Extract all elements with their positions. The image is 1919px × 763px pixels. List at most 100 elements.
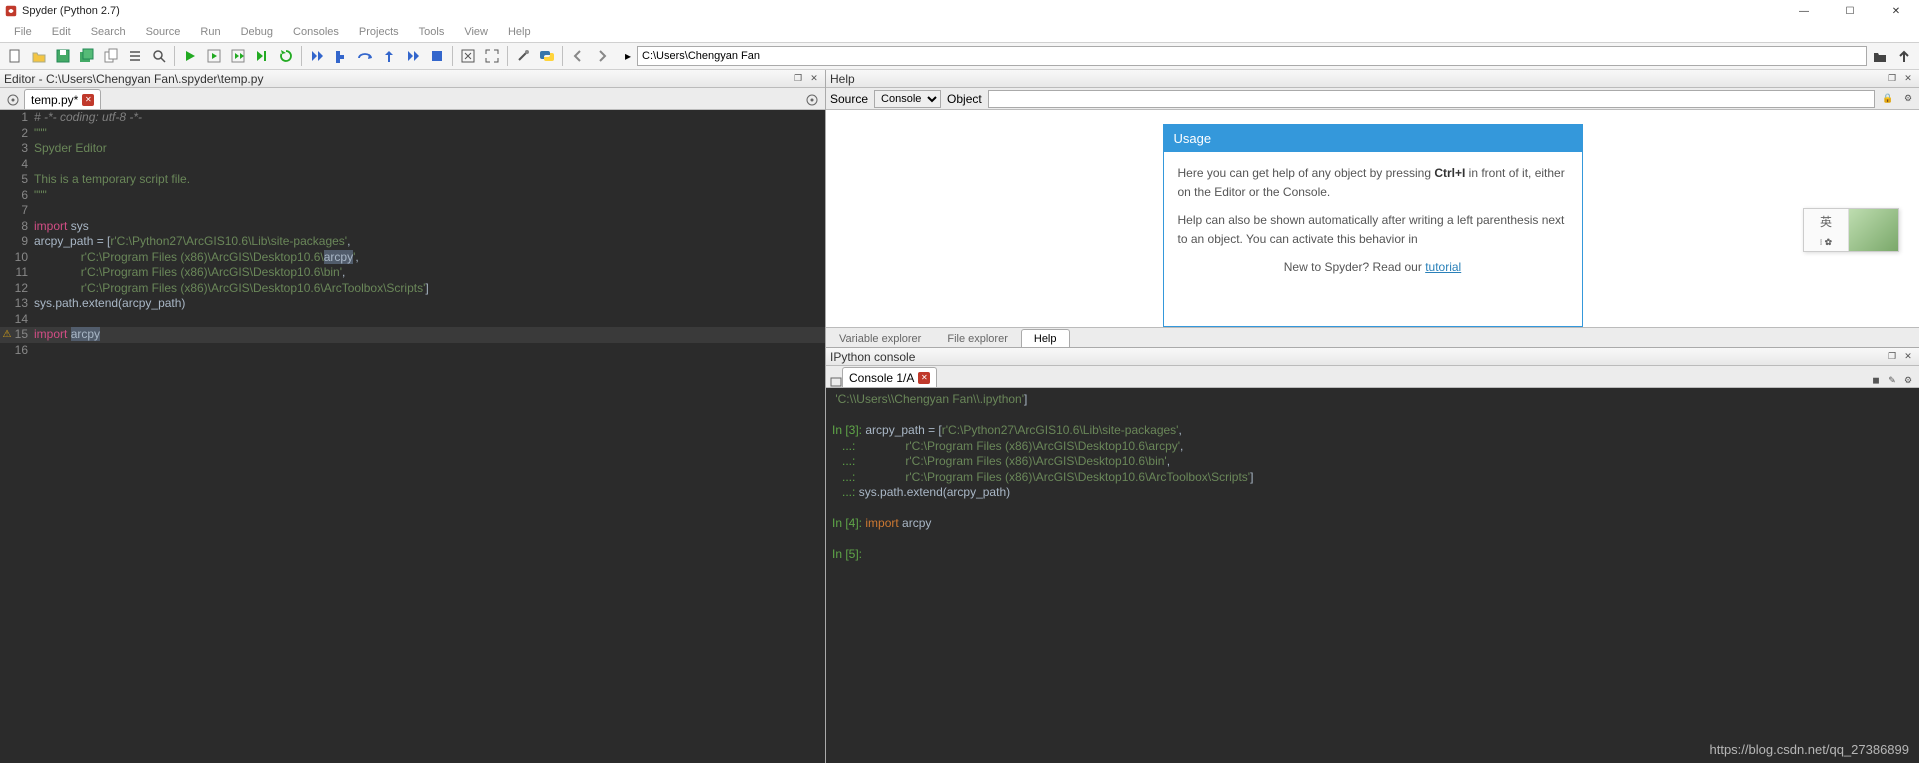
editor-tabbar: temp.py* ✕	[0, 88, 825, 110]
help-object-input[interactable]	[988, 90, 1875, 108]
close-button[interactable]: ✕	[1873, 0, 1919, 22]
path-dropdown-icon[interactable]: ▸	[621, 45, 635, 67]
tab-menu-icon[interactable]	[4, 91, 22, 109]
help-lock-icon[interactable]: 🔒	[1881, 92, 1895, 106]
console-stop-icon[interactable]: ◼	[1869, 373, 1883, 387]
debug-step-in-icon[interactable]	[306, 45, 328, 67]
menu-file[interactable]: File	[6, 24, 40, 40]
menu-view[interactable]: View	[456, 24, 496, 40]
menu-projects[interactable]: Projects	[351, 24, 407, 40]
console-undock-icon[interactable]: ❐	[1885, 350, 1899, 364]
preferences-icon[interactable]	[512, 45, 534, 67]
help-undock-icon[interactable]: ❐	[1885, 72, 1899, 86]
pane-undock-icon[interactable]: ❐	[791, 72, 805, 86]
code-line[interactable]: 16	[0, 343, 825, 359]
console-line: In [4]: import arcpy	[832, 516, 1913, 532]
code-editor[interactable]: 1# -*- coding: utf-8 -*-2"""3Spyder Edit…	[0, 110, 825, 763]
debug-stop-icon[interactable]	[426, 45, 448, 67]
console-tab[interactable]: Console 1/A ✕	[842, 367, 937, 387]
usage-p2: Help can also be shown automatically aft…	[1178, 211, 1568, 248]
menu-run[interactable]: Run	[192, 24, 228, 40]
code-line[interactable]: 4	[0, 157, 825, 173]
run-cell-advance-icon[interactable]	[227, 45, 249, 67]
save-all-icon[interactable]	[76, 45, 98, 67]
menu-consoles[interactable]: Consoles	[285, 24, 347, 40]
code-line[interactable]: 5This is a temporary script file.	[0, 172, 825, 188]
console-tab-menu-icon[interactable]	[830, 375, 842, 387]
parent-dir-icon[interactable]	[1893, 45, 1915, 67]
help-object-label: Object	[947, 92, 982, 106]
tab-options-icon[interactable]	[803, 91, 821, 109]
minimize-button[interactable]: —	[1781, 0, 1827, 22]
menu-debug[interactable]: Debug	[233, 24, 281, 40]
maximize-button[interactable]: ☐	[1827, 0, 1873, 22]
help-close-icon[interactable]: ✕	[1901, 72, 1915, 86]
editor-pane-path: Editor - C:\Users\Chengyan Fan\.spyder\t…	[4, 72, 263, 86]
code-line[interactable]: 2"""	[0, 126, 825, 142]
open-file-icon[interactable]	[28, 45, 50, 67]
tab-file-explorer[interactable]: File explorer	[934, 329, 1021, 347]
console-pane-title: IPython console ❐ ✕	[826, 348, 1919, 366]
menu-source[interactable]: Source	[138, 24, 189, 40]
nav-forward-icon[interactable]	[591, 45, 613, 67]
code-line[interactable]: 1# -*- coding: utf-8 -*-	[0, 110, 825, 126]
debug-continue-icon[interactable]	[402, 45, 424, 67]
usage-box: Usage Here you can get help of any objec…	[1163, 124, 1583, 327]
working-dir-input[interactable]	[637, 46, 1867, 66]
new-file-icon[interactable]	[4, 45, 26, 67]
editor-tab-temp[interactable]: temp.py* ✕	[24, 89, 101, 109]
ipython-console[interactable]: 'C:\\Users\\Chengyan Fan\\.ipython'] In …	[826, 388, 1919, 763]
console-line: ...: r'C:\Program Files (x86)\ArcGIS\Des…	[832, 439, 1913, 455]
console-clear-icon[interactable]: ✎	[1885, 373, 1899, 387]
pane-close-icon[interactable]: ✕	[807, 72, 821, 86]
browse-folder-icon[interactable]	[1869, 45, 1891, 67]
spyder-logo-icon	[4, 4, 18, 18]
menu-help[interactable]: Help	[500, 24, 539, 40]
help-pane-label: Help	[830, 72, 855, 86]
outline-icon[interactable]	[124, 45, 146, 67]
nav-back-icon[interactable]	[567, 45, 589, 67]
code-line[interactable]: 3Spyder Editor	[0, 141, 825, 157]
run-cell-icon[interactable]	[203, 45, 225, 67]
console-line: ...: r'C:\Program Files (x86)\ArcGIS\Des…	[832, 470, 1913, 486]
maximize-pane-icon[interactable]	[457, 45, 479, 67]
debug-step-over-icon[interactable]	[354, 45, 376, 67]
code-line[interactable]: 12 r'C:\Program Files (x86)\ArcGIS\Deskt…	[0, 281, 825, 297]
run-icon[interactable]	[179, 45, 201, 67]
copy-icon[interactable]	[100, 45, 122, 67]
code-line[interactable]: 13sys.path.extend(arcpy_path)	[0, 296, 825, 312]
tab-close-icon[interactable]: ✕	[82, 94, 94, 106]
menu-tools[interactable]: Tools	[411, 24, 453, 40]
tutorial-link[interactable]: tutorial	[1425, 260, 1461, 274]
help-source-select[interactable]: Console	[874, 90, 941, 108]
code-line[interactable]: 6"""	[0, 188, 825, 204]
console-tab-close-icon[interactable]: ✕	[918, 372, 930, 384]
tab-variable-explorer[interactable]: Variable explorer	[826, 329, 934, 347]
run-selection-icon[interactable]	[251, 45, 273, 67]
help-options-icon[interactable]: ⚙	[1901, 92, 1915, 106]
code-line[interactable]: 7	[0, 203, 825, 219]
console-line: ...: sys.path.extend(arcpy_path)	[832, 485, 1913, 501]
code-line[interactable]: 10 r'C:\Program Files (x86)\ArcGIS\Deskt…	[0, 250, 825, 266]
python-path-icon[interactable]	[536, 45, 558, 67]
find-icon[interactable]	[148, 45, 170, 67]
ime-dots: ፧ ✿	[1820, 237, 1832, 248]
menu-edit[interactable]: Edit	[44, 24, 79, 40]
code-line[interactable]: 8import sys	[0, 219, 825, 235]
debug-run-icon[interactable]	[330, 45, 352, 67]
console-options-icon[interactable]: ⚙	[1901, 373, 1915, 387]
fullscreen-icon[interactable]	[481, 45, 503, 67]
console-close-icon[interactable]: ✕	[1901, 350, 1915, 364]
menu-search[interactable]: Search	[83, 24, 134, 40]
editor-tab-label: temp.py*	[31, 93, 78, 107]
rerun-icon[interactable]	[275, 45, 297, 67]
save-icon[interactable]	[52, 45, 74, 67]
code-line[interactable]: ⚠15import arcpy	[0, 327, 825, 343]
code-line[interactable]: 11 r'C:\Program Files (x86)\ArcGIS\Deskt…	[0, 265, 825, 281]
ime-widget[interactable]: 英 ፧ ✿	[1803, 208, 1899, 252]
console-tab-label: Console 1/A	[849, 371, 914, 385]
debug-step-out-icon[interactable]	[378, 45, 400, 67]
tab-help[interactable]: Help	[1021, 329, 1070, 347]
code-line[interactable]: 14	[0, 312, 825, 328]
code-line[interactable]: 9arcpy_path = [r'C:\Python27\ArcGIS10.6\…	[0, 234, 825, 250]
